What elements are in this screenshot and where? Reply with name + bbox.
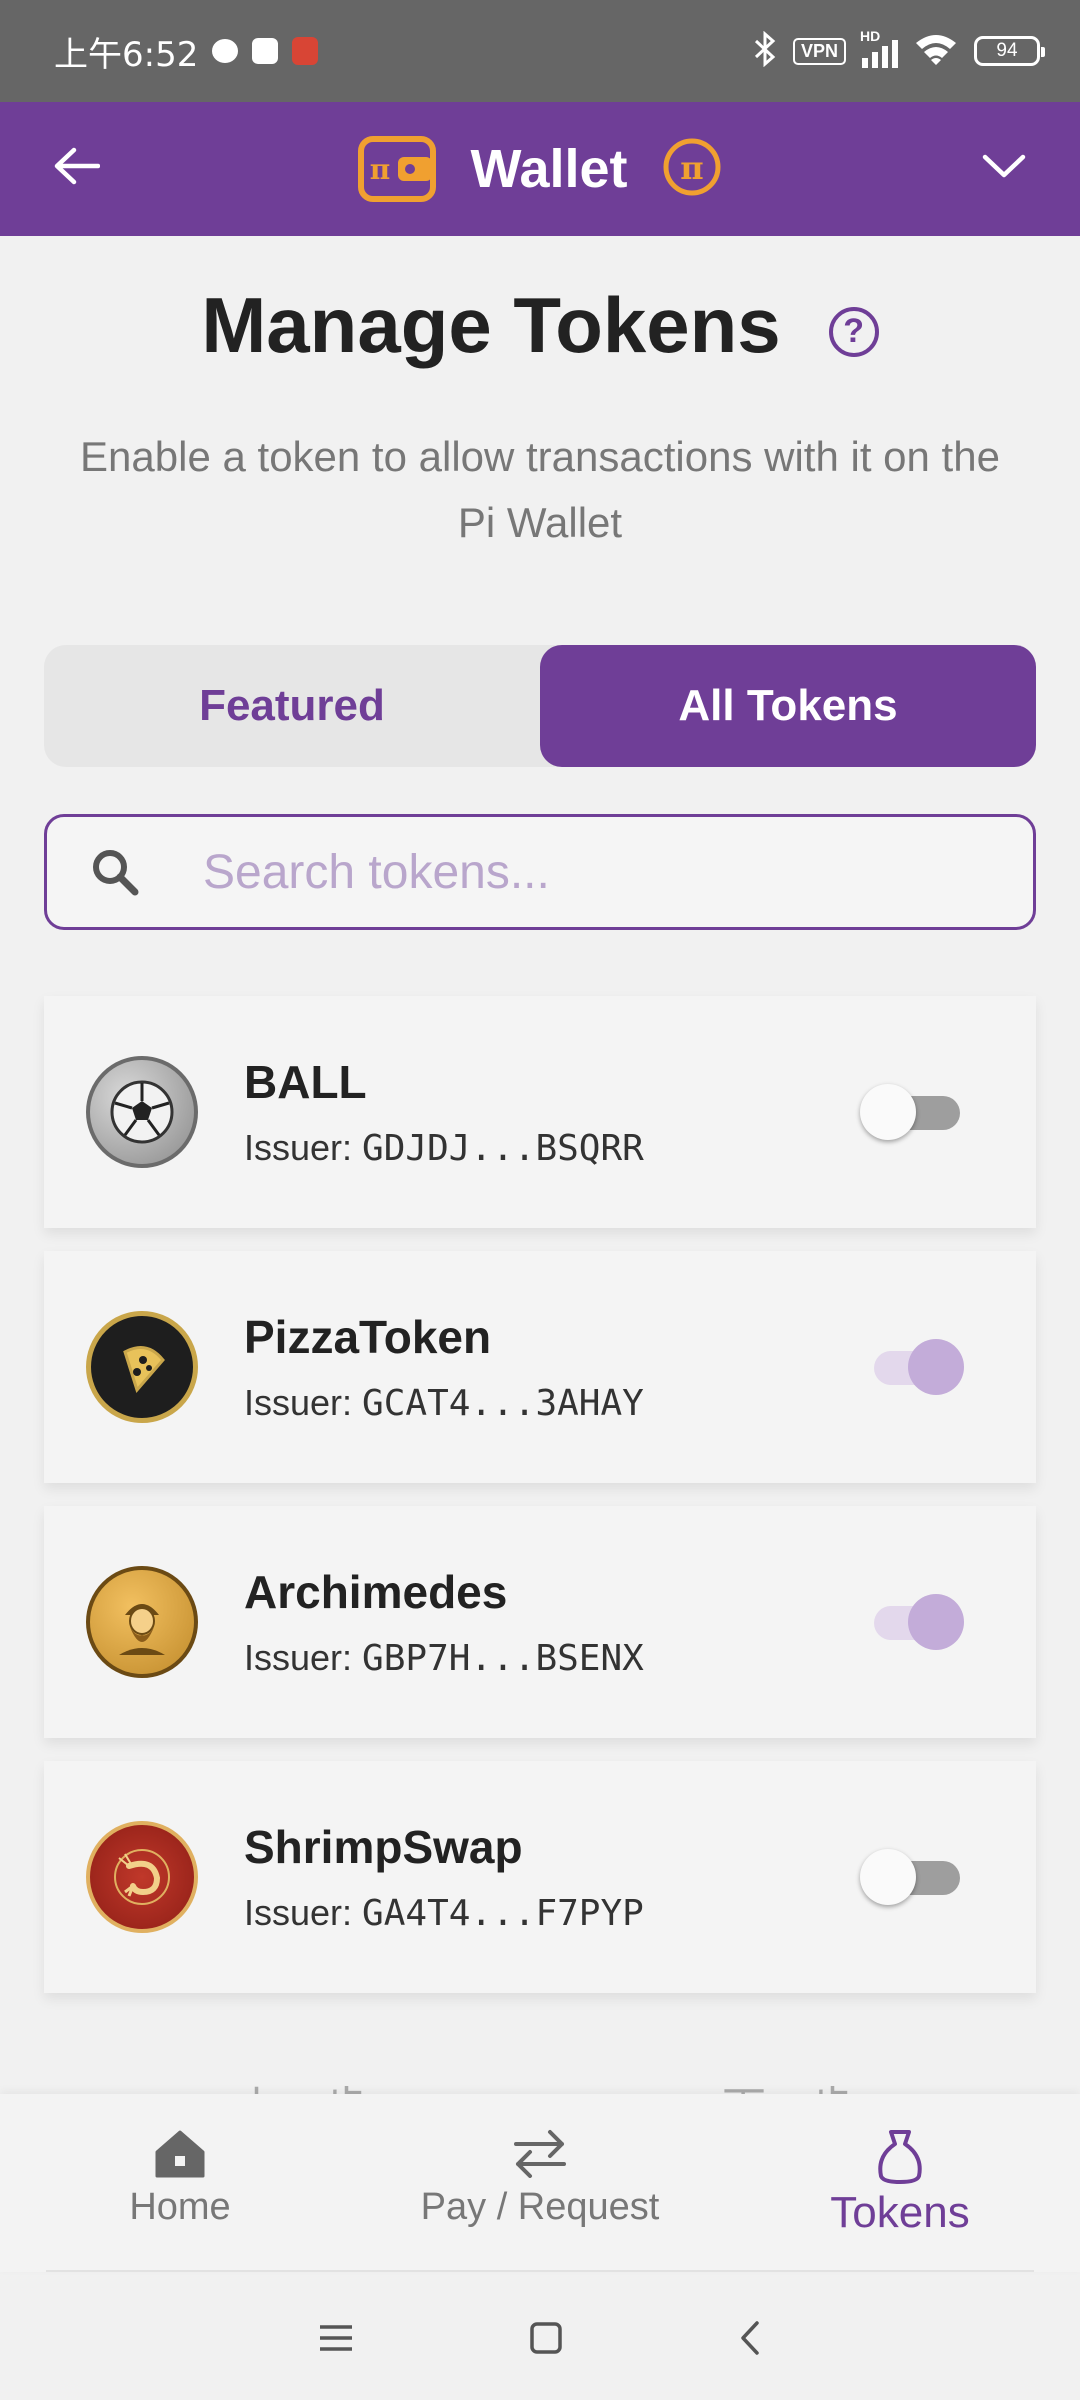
token-toggle[interactable] (860, 1339, 964, 1395)
token-toggle[interactable] (860, 1084, 964, 1140)
nav-tokens-label: Tokens (830, 2188, 970, 2237)
wallet-icon: π (358, 131, 437, 208)
nav-divider (46, 2270, 1034, 2272)
search-input[interactable] (203, 844, 963, 900)
token-row-pizzatoken[interactable]: PizzaToken Issuer: GCAT4...3AHAY (44, 1251, 1036, 1483)
recent-apps-icon[interactable] (318, 2323, 354, 2358)
pi-coin-icon: π (662, 137, 722, 202)
token-name: Archimedes (244, 1566, 508, 1618)
arrow-left-icon (54, 147, 100, 185)
nav-home-label: Home (129, 2186, 231, 2228)
status-bar: 上午6:52 VPN HD 94 (0, 0, 1080, 102)
wechat-icon (212, 39, 239, 63)
page-title: Manage Tokens (201, 281, 781, 369)
token-name: ShrimpSwap (244, 1821, 523, 1873)
shrimp-icon (86, 1821, 198, 1933)
token-issuer: Issuer: GBP7H...BSENX (244, 1637, 644, 1679)
page-title-row: Manage Tokens ? (0, 280, 1080, 371)
nav-pay-request[interactable]: Pay / Request (360, 2094, 720, 2272)
token-bag-icon (878, 2130, 922, 2184)
token-name: BALL (244, 1056, 367, 1108)
token-row-archimedes[interactable]: Archimedes Issuer: GBP7H...BSENX (44, 1506, 1036, 1738)
pizza-icon (86, 1311, 198, 1423)
bottom-nav: Home Pay / Request Tokens (0, 2094, 1080, 2272)
help-icon[interactable]: ? (828, 306, 879, 357)
back-system-icon[interactable] (738, 2320, 762, 2361)
token-toggle[interactable] (860, 1849, 964, 1905)
chevron-down-icon (982, 154, 1026, 178)
soccer-ball-icon (86, 1056, 198, 1168)
token-list: BALL Issuer: GDJDJ...BSQRR PizzaToken Is… (44, 996, 1036, 2016)
page-subtitle: Enable a token to allow transactions wit… (80, 433, 1000, 546)
token-row-shrimpswap[interactable]: ShrimpSwap Issuer: GA4T4...F7PYP (44, 1761, 1036, 1993)
app-header: π Wallet π (0, 102, 1080, 236)
token-issuer: Issuer: GA4T4...F7PYP (244, 1892, 644, 1934)
token-filter-tabs: Featured All Tokens (44, 645, 1036, 767)
token-name: PizzaToken (244, 1311, 492, 1363)
vpn-badge: VPN (792, 37, 846, 65)
home-icon (155, 2130, 205, 2178)
token-row-ball[interactable]: BALL Issuer: GDJDJ...BSQRR (44, 996, 1036, 1228)
tab-featured[interactable]: Featured (44, 645, 540, 767)
token-toggle[interactable] (860, 1594, 964, 1650)
svg-text:π: π (370, 153, 391, 186)
bluetooth-icon (753, 30, 777, 72)
search-icon (87, 844, 143, 900)
swap-arrows-icon (514, 2130, 566, 2178)
svg-text:π: π (680, 149, 703, 187)
token-issuer: Issuer: GDJDJ...BSQRR (244, 1127, 644, 1169)
search-box (44, 814, 1036, 930)
archimedes-portrait-icon (86, 1566, 198, 1678)
token-issuer: Issuer: GCAT4...3AHAY (244, 1382, 644, 1424)
tab-all-tokens[interactable]: All Tokens (540, 645, 1036, 767)
wifi-icon (914, 32, 958, 71)
home-system-icon[interactable] (529, 2321, 563, 2360)
signal-icon: HD (860, 28, 898, 68)
system-nav-bar (0, 2280, 1080, 2400)
news-app-icon (292, 37, 319, 65)
nav-home[interactable]: Home (0, 2094, 360, 2272)
back-button[interactable] (46, 136, 106, 196)
battery-indicator: 94 (974, 36, 1045, 66)
header-title: Wallet (470, 139, 628, 199)
status-time: 上午6:52 (54, 34, 199, 75)
nav-tokens[interactable]: Tokens (720, 2094, 1080, 2272)
menu-dropdown-button[interactable] (974, 136, 1034, 196)
nav-pay-label: Pay / Request (420, 2186, 660, 2228)
app-icon (252, 38, 279, 64)
